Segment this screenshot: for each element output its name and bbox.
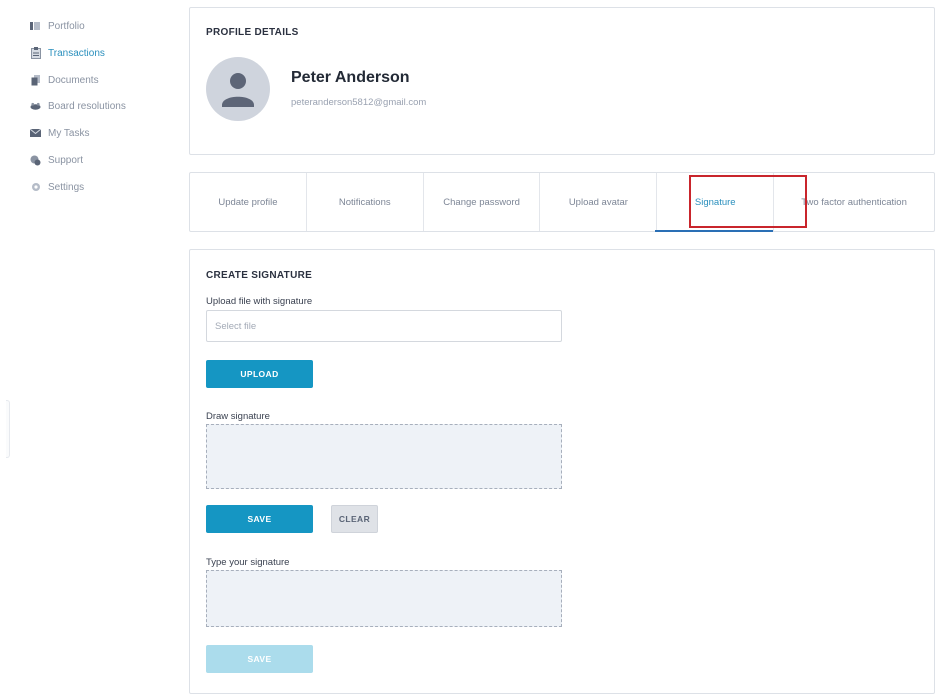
sidebar-item-settings[interactable]: Settings [30,178,84,196]
profile-section-title: PROFILE DETAILS [206,27,299,38]
portfolio-icon [30,21,41,32]
sidebar-item-documents[interactable]: Documents [30,71,99,89]
collapse-handle[interactable] [6,400,10,458]
save-drawn-signature-button[interactable]: SAVE [206,505,313,533]
tab-signature[interactable]: Signature [655,173,775,232]
select-file-input[interactable]: Select file [206,310,562,342]
sidebar-item-label: Settings [48,181,85,193]
tab-change-password[interactable]: Change password [424,173,541,231]
documents-icon [30,74,41,86]
file-input-placeholder: Select file [215,320,257,332]
sidebar-item-support[interactable]: Support [30,151,83,169]
draw-signature-pad[interactable] [206,424,562,489]
user-name: Peter Anderson [291,69,410,86]
sidebar-item-label: Transactions [48,47,105,59]
upload-button[interactable]: UPLOAD [206,360,313,388]
settings-icon [30,182,41,193]
tab-upload-avatar[interactable]: Upload avatar [540,173,658,231]
tab-two-factor-authentication[interactable]: Two factor authentication [774,173,934,231]
sidebar-item-transactions[interactable]: Transactions [30,44,105,62]
avatar [206,57,270,121]
sidebar-item-label: My Tasks [48,127,90,139]
signature-section-title: CREATE SIGNATURE [206,270,313,281]
type-signature-label: Type your signature [206,557,290,568]
board-resolutions-icon [30,101,41,112]
sidebar-item-label: Board resolutions [48,100,126,112]
sidebar-item-board-resolutions[interactable]: Board resolutions [30,97,126,115]
transactions-icon [30,47,41,59]
type-signature-field[interactable] [206,570,562,627]
profile-details-card: PROFILE DETAILS Peter Anderson peterande… [189,7,935,155]
sidebar-item-portfolio[interactable]: Portfolio [30,17,85,35]
tab-notifications[interactable]: Notifications [307,173,424,231]
save-typed-signature-button[interactable]: SAVE [206,645,313,673]
sidebar-item-my-tasks[interactable]: My Tasks [30,124,90,142]
settings-tabs: Update profile Notifications Change pass… [189,172,935,232]
user-icon [222,73,254,107]
draw-signature-label: Draw signature [206,411,270,422]
user-email: peteranderson5812@gmail.com [291,97,427,108]
sidebar-item-label: Documents [48,74,99,86]
clear-signature-button[interactable]: CLEAR [331,505,378,533]
sidebar: Portfolio Transactions Documents Board r… [0,0,180,688]
sidebar-item-label: Portfolio [48,20,85,32]
support-icon [30,155,41,166]
create-signature-card: CREATE SIGNATURE Upload file with signat… [189,249,935,694]
upload-file-label: Upload file with signature [206,296,313,307]
sidebar-item-label: Support [48,154,84,166]
tab-update-profile[interactable]: Update profile [190,173,307,231]
tasks-icon [30,128,41,139]
